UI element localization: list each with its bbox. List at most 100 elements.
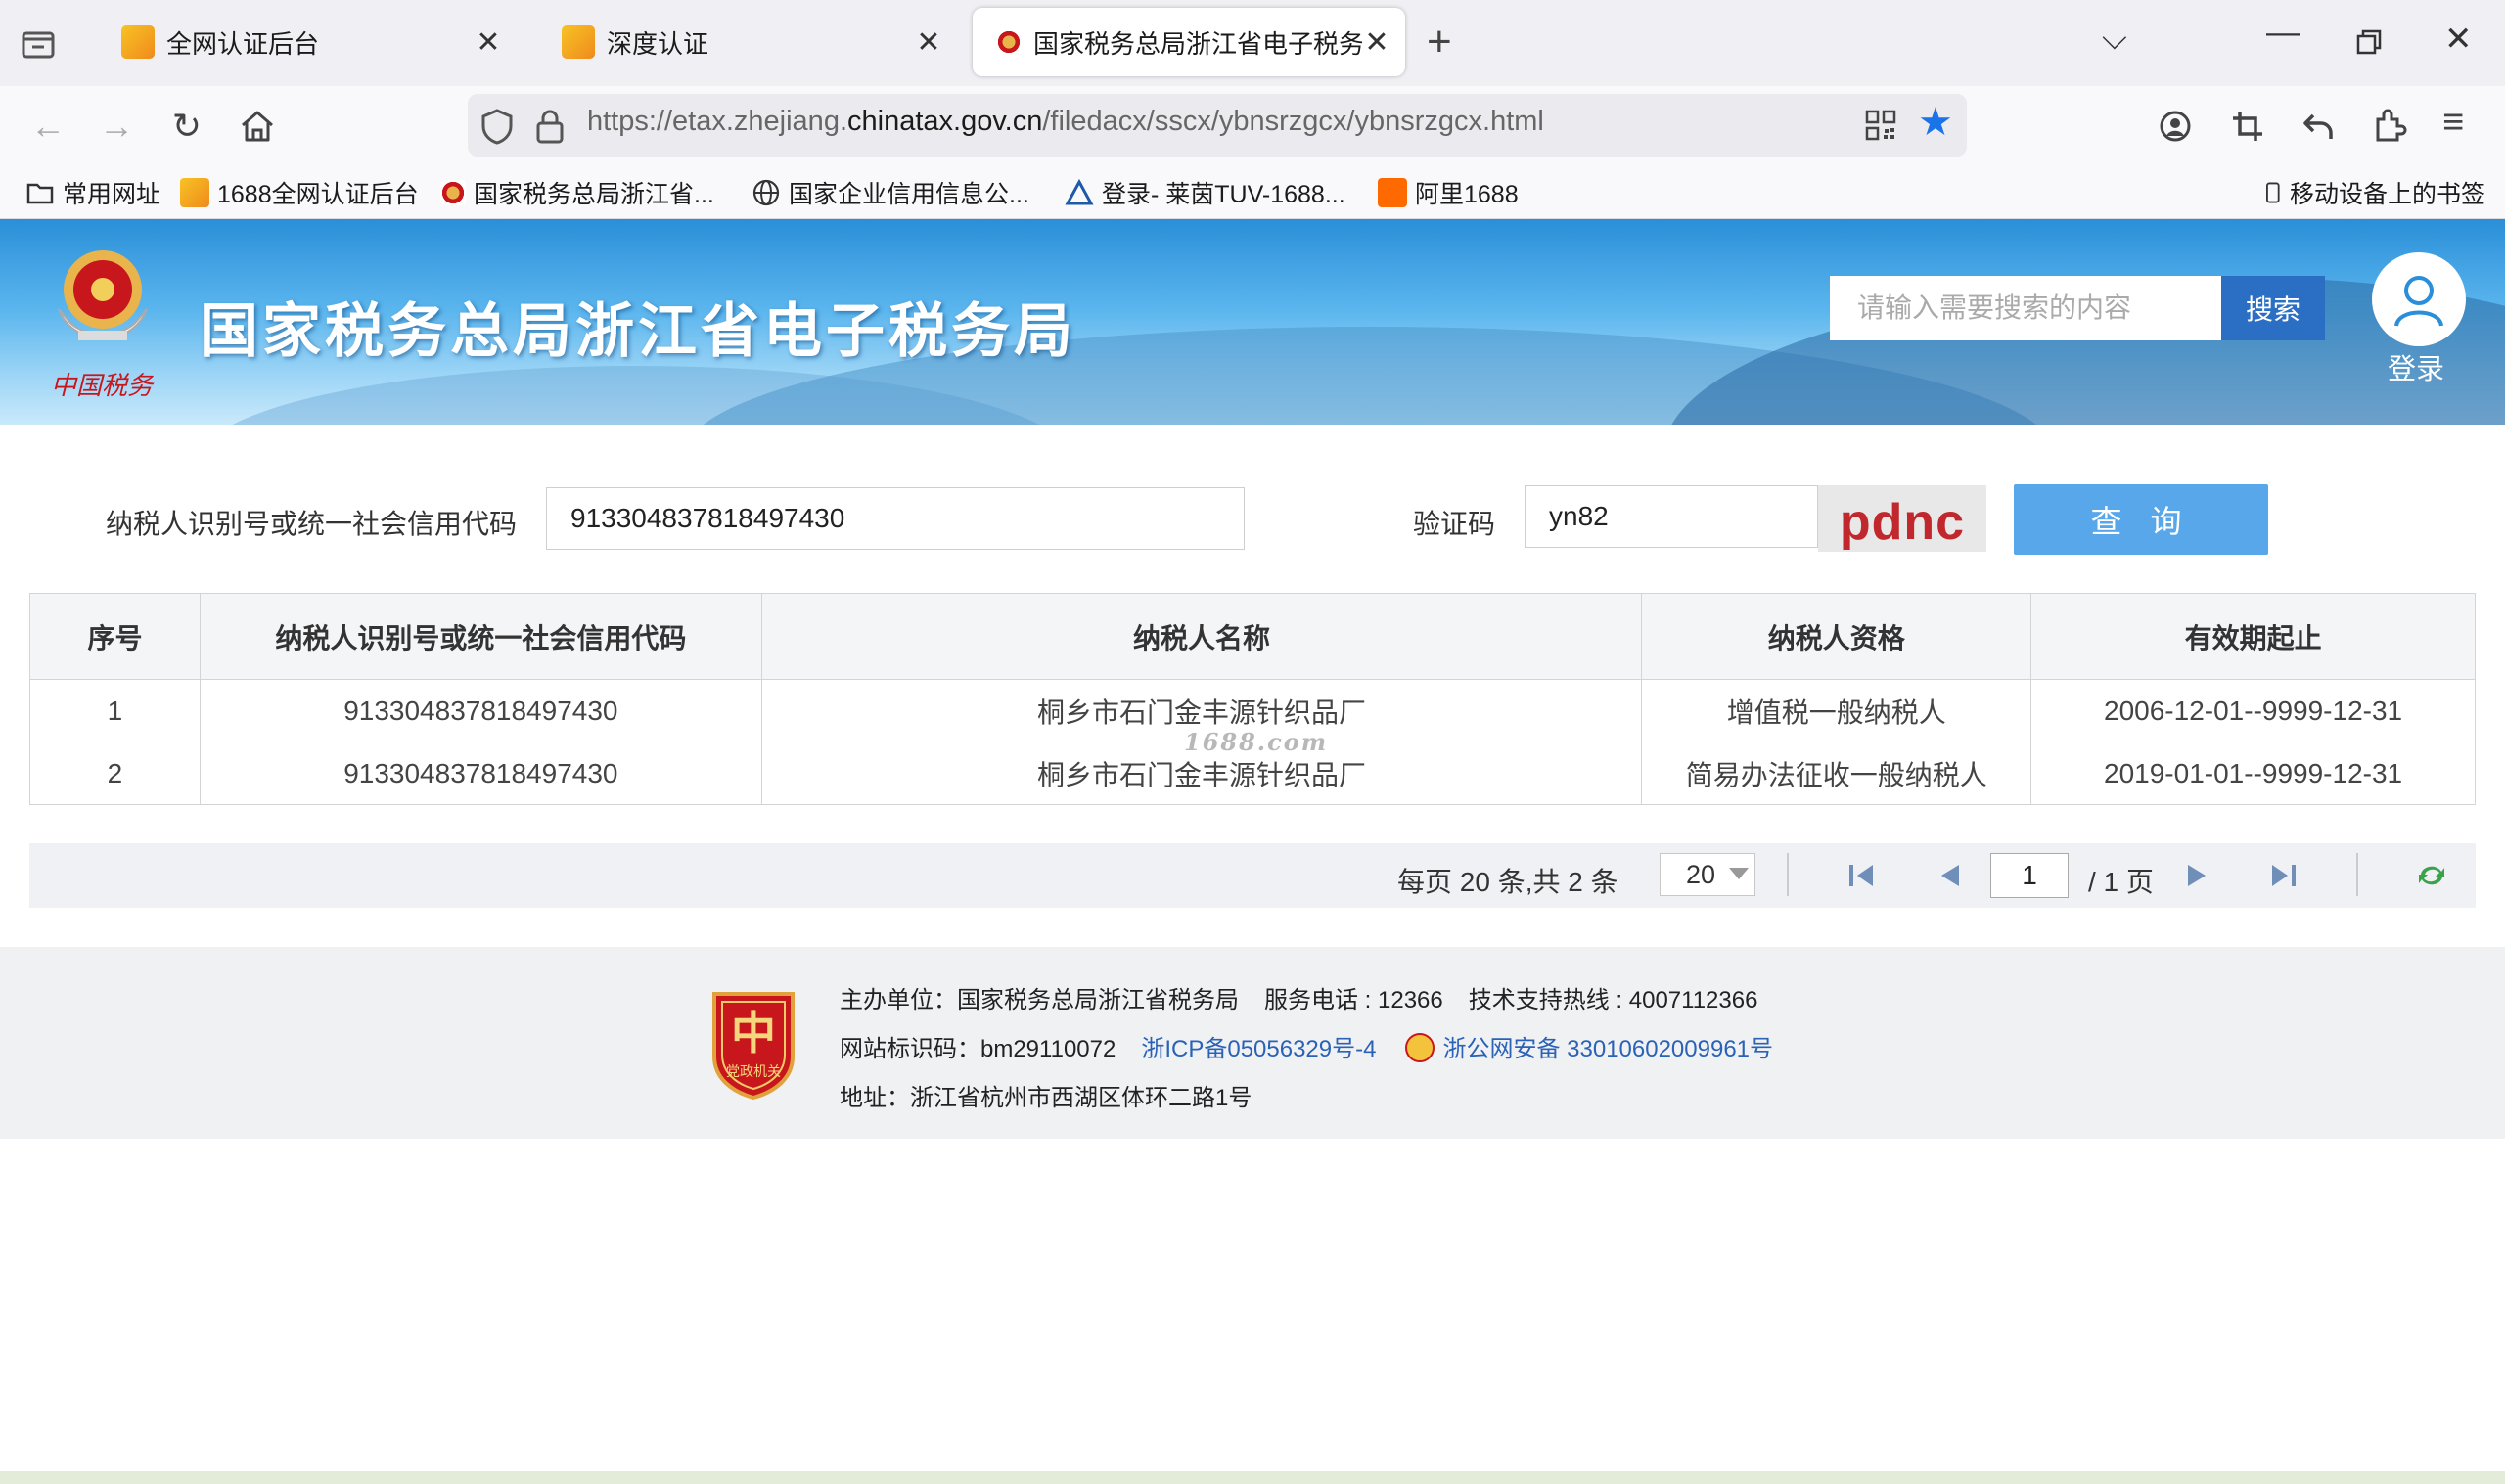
first-page-icon[interactable] [1845,861,1879,890]
page-size-select[interactable]: 20 [1660,853,1755,896]
lock-icon[interactable] [534,108,566,145]
1688-favicon [180,178,209,207]
shield-icon[interactable] [479,108,515,145]
party-government-badge-icon[interactable]: 中 党政机关 [706,988,800,1100]
footer-line-1: 主办单位：国家税务总局浙江省税务局 服务电话 : 12366 技术支持热线 : 40… [840,980,1757,1014]
bookmark-1688-auth[interactable]: 1688全网认证后台 [180,174,419,211]
cell-validity: 2006-12-01--9999-12-31 [2030,679,2476,742]
new-tab-icon[interactable]: + [1427,18,1452,67]
cell-validity: 2019-01-01--9999-12-31 [2030,742,2476,805]
prev-page-icon[interactable] [1932,861,1965,890]
watermark-text: 1688.com [1184,728,1329,756]
last-page-icon[interactable] [2266,861,2300,890]
badge-caption: 党政机关 [726,1064,781,1080]
results-table: 序号 纳税人识别号或统一社会信用代码 纳税人名称 纳税人资格 有效期起止 1 9… [29,593,2476,805]
restore-icon[interactable] [2354,27,2384,57]
extensions-icon[interactable] [2372,108,2407,143]
captcha-input[interactable]: yn82 [1525,485,1818,548]
account-icon[interactable] [2159,110,2192,143]
police-badge-icon [1405,1032,1435,1062]
tax-emblem-favicon [440,180,466,205]
reload-icon[interactable]: ↻ [164,104,209,149]
header-index: 序号 [29,593,201,680]
cell-index: 1 [29,679,201,742]
close-tab-icon[interactable]: ✕ [474,25,503,60]
dropdown-arrow-icon [1729,868,1749,879]
cell-qualification: 简易办法征收一般纳税人 [1641,742,2032,805]
home-icon[interactable] [235,104,280,149]
tab-title: 全网认证后台 [166,28,320,59]
cell-qualification: 增值税一般纳税人 [1641,679,2032,742]
footer-support: 技术支持热线 : 4007112366 [1468,987,1758,1013]
bookmark-mobile[interactable]: 移动设备上的书签 [2264,174,2485,211]
tab-etax-zhejiang[interactable]: 国家税务总局浙江省电子税务局 ✕ [973,8,1405,76]
footer-address: 地址：浙江省杭州市西湖区体环二路1号 [840,1085,1252,1111]
site-search-input[interactable]: 请输入需要搜索的内容 [1830,276,2221,340]
header-taxpayer-name: 纳税人名称 [760,593,1643,680]
qr-code-icon[interactable] [1865,110,1896,141]
1688-favicon [121,25,155,59]
total-pages: / 1 页 [2088,867,2154,897]
bookmark-common-sites[interactable]: 常用网址 [25,174,160,211]
cell-taxid: 913304837818497430 [199,742,762,805]
bookmark-label: 常用网址 [63,181,161,208]
globe-icon [752,179,780,206]
emblem-caption: 中国税务 [51,372,154,401]
window-close-icon[interactable]: ✕ [2444,20,2473,59]
forward-icon[interactable]: → [94,104,139,149]
svg-text:中: 中 [731,1007,776,1059]
bookmark-ali1688[interactable]: 阿里1688 [1378,174,1519,211]
1688-favicon [562,25,595,59]
query-button[interactable]: 查 询 [2014,484,2268,555]
refresh-icon[interactable] [2415,861,2448,890]
url-text[interactable]: https://etax.zhejiang.chinatax.gov.cn/fi… [587,106,1544,138]
tab-deep-auth[interactable]: 深度认证 ✕ [534,8,963,76]
tab-title: 国家税务总局浙江省电子税务局 [1033,28,1362,59]
header-validity: 有效期起止 [2030,593,2476,680]
close-tab-icon[interactable]: ✕ [1362,25,1391,60]
pagination-summary: 每页 20 条,共 2 条 [1397,867,1618,897]
bookmark-label: 1688全网认证后台 [217,181,419,208]
taxid-input[interactable]: 913304837818497430 [546,487,1245,550]
current-page-input[interactable]: 1 [1990,853,2069,898]
bookmark-tuv[interactable]: 登录- 莱茵TUV-1688... [1065,174,1345,211]
undo-icon[interactable] [2301,110,2335,143]
site-title: 国家税务总局浙江省电子税务局 [200,298,1076,364]
ali1688-favicon [1378,178,1407,207]
bottom-edge [0,1471,2505,1484]
pagination-divider [1787,853,1789,896]
back-icon[interactable]: ← [25,104,70,149]
menu-icon[interactable]: ≡ [2442,102,2464,144]
bookmark-star-icon[interactable]: ★ [1918,100,1953,145]
captcha-label: 验证码 [1413,509,1496,539]
header-qualification: 纳税人资格 [1641,593,2032,680]
tax-emblem-logo[interactable] [39,241,166,368]
footer-line-2: 网站标识码：bm29110072 浙ICP备05056329号-4 浙公网安备 33… [840,1029,1773,1065]
captcha-image[interactable]: pdnc [1818,485,1986,552]
footer-line-3: 地址：浙江省杭州市西湖区体环二路1号 [840,1078,1252,1112]
table-header-row: 序号 纳税人识别号或统一社会信用代码 纳税人名称 纳税人资格 有效期起止 [29,593,2476,680]
site-search-button[interactable]: 搜索 [2221,276,2325,340]
bookmark-credit-info[interactable]: 国家企业信用信息公... [752,174,1029,211]
close-tab-icon[interactable]: ✕ [914,25,943,60]
icp-link[interactable]: 浙ICP备05056329号-4 [1141,1036,1376,1062]
minimize-icon[interactable]: — [2266,14,2300,52]
tab-overflow-chevron-icon[interactable]: ⌵ [2102,20,2127,58]
login-label[interactable]: 登录 [2388,346,2444,387]
tax-emblem-favicon [996,29,1022,55]
login-avatar-icon[interactable] [2372,252,2466,346]
tab-title: 深度认证 [607,28,709,59]
next-page-icon[interactable] [2182,861,2215,890]
police-record-link[interactable]: 浙公网安备 33010602009961号 [1442,1036,1773,1062]
cell-taxid: 913304837818497430 [199,679,762,742]
bookmark-label: 阿里1688 [1415,181,1519,208]
tab-1688-auth[interactable]: 全网认证后台 ✕ [94,8,523,76]
footer-site-id: 网站标识码：bm29110072 [840,1036,1116,1062]
folder-icon [26,183,54,204]
crop-screenshot-icon[interactable] [2231,110,2264,143]
tab-list-icon[interactable] [20,25,57,63]
footer-phone: 服务电话 : 12366 [1264,987,1443,1013]
footer-sponsor: 主办单位：国家税务总局浙江省税务局 [840,987,1239,1013]
bookmark-etax[interactable]: 国家税务总局浙江省... [440,174,714,211]
taxid-label: 纳税人识别号或统一社会信用代码 [106,509,518,539]
